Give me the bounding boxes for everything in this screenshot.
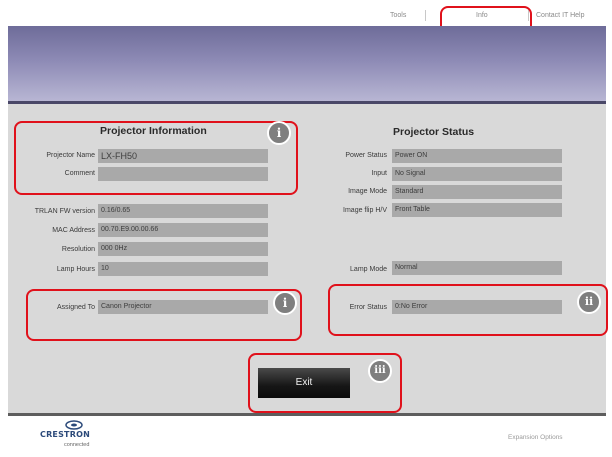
input-label: Input <box>371 170 387 177</box>
projector-info-highlight <box>14 121 298 195</box>
assigned-to-highlight <box>26 289 302 341</box>
resolution-value: 000 0Hz <box>98 242 268 256</box>
fw-version-value: 0.16/0.65 <box>98 204 268 218</box>
resolution-label: Resolution <box>61 246 95 253</box>
nav-tools[interactable]: Tools <box>390 12 406 19</box>
power-status-label: Power Status <box>345 152 387 159</box>
error-status-highlight <box>328 284 608 336</box>
power-status-value: Power ON <box>392 149 562 163</box>
input-value: No Signal <box>392 167 562 181</box>
mac-address-value: 00.70.E9.00.00.66 <box>98 223 268 237</box>
panel-bottom-border <box>8 413 606 416</box>
crestron-logo-subtitle: connected <box>64 442 90 448</box>
image-mode-label: Image Mode <box>348 188 387 195</box>
mac-address-label: MAC Address <box>52 227 95 234</box>
expansion-options-link[interactable]: Expansion Options <box>508 434 563 441</box>
exit-badge-icon: iii <box>368 359 392 383</box>
projector-status-heading: Projector Status <box>393 126 475 138</box>
exit-button[interactable]: Exit <box>258 368 350 398</box>
lamp-mode-value: Normal <box>392 261 562 275</box>
crestron-logo-icon <box>65 420 83 430</box>
image-mode-value: Standard <box>392 185 562 199</box>
fw-version-label: TRLAN FW version <box>34 208 95 215</box>
error-badge-icon: ii <box>577 290 601 314</box>
lamp-hours-value: 10 <box>98 262 268 276</box>
nav-divider <box>425 10 426 21</box>
lamp-mode-label: Lamp Mode <box>350 266 387 273</box>
image-flip-value: Front Table <box>392 203 562 217</box>
info-badge-icon: i <box>267 121 291 145</box>
crestron-logo-text: CRESTRON <box>40 430 90 439</box>
image-flip-label: Image flip H/V <box>343 207 387 214</box>
nav-contact-it-help[interactable]: Contact IT Help <box>536 12 585 19</box>
info-badge-icon: i <box>273 291 297 315</box>
header-banner <box>8 26 606 102</box>
lamp-hours-label: Lamp Hours <box>56 266 95 273</box>
